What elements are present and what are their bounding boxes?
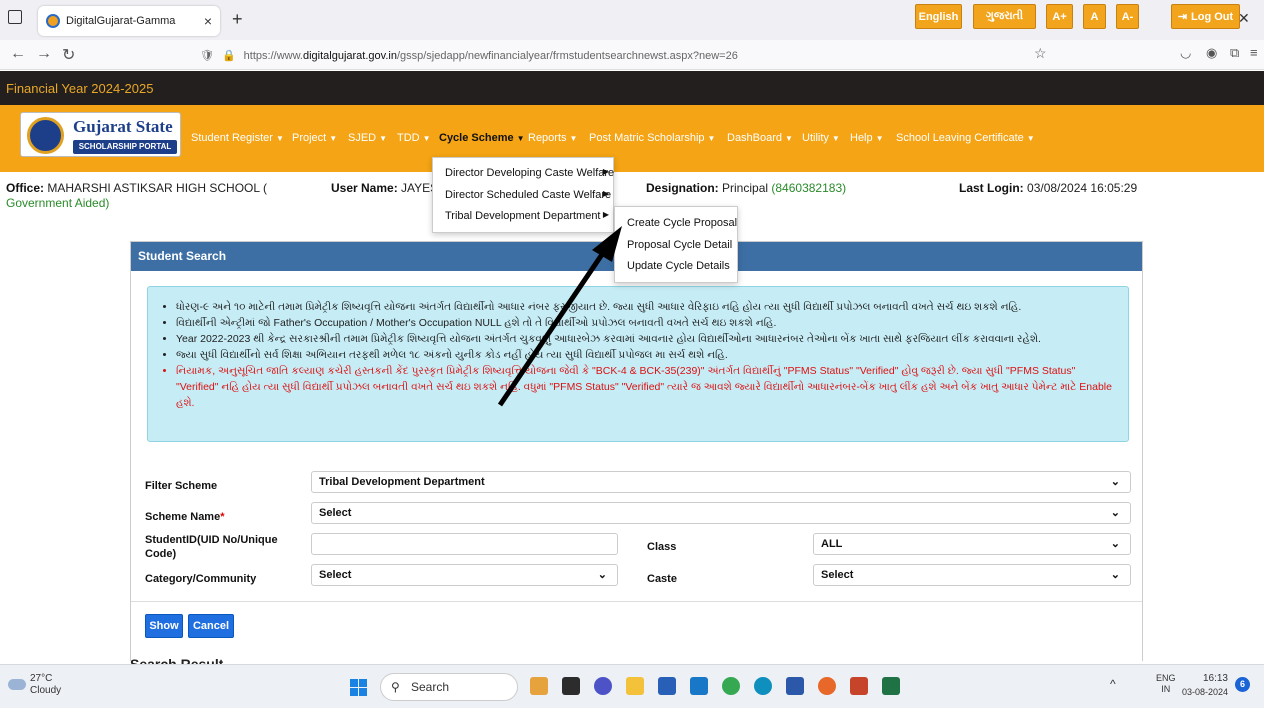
arrow-head xyxy=(592,226,622,262)
search-placeholder: Search xyxy=(411,680,450,694)
chat-icon[interactable] xyxy=(594,677,612,695)
language-indicator[interactable]: ENG IN xyxy=(1156,673,1176,695)
tray-expand-icon[interactable]: ^ xyxy=(1110,677,1116,691)
weather-desc: Cloudy xyxy=(30,685,62,696)
lang-top: ENG xyxy=(1156,673,1176,683)
word-icon[interactable] xyxy=(786,677,804,695)
windows-start-icon[interactable] xyxy=(350,679,367,696)
search-icon: ⚲ xyxy=(391,680,400,694)
firefox-icon[interactable] xyxy=(818,677,836,695)
file-explorer-icon[interactable] xyxy=(626,677,644,695)
task-view-icon[interactable] xyxy=(562,677,580,695)
edge-icon[interactable] xyxy=(754,677,772,695)
app-taskbar-icon[interactable] xyxy=(530,677,548,695)
weather-widget[interactable]: 27°C Cloudy xyxy=(30,673,61,697)
arrow-shaft xyxy=(497,248,608,407)
chrome-icon[interactable] xyxy=(722,677,740,695)
annotation-arrow xyxy=(497,226,622,407)
mail-icon[interactable] xyxy=(690,677,708,695)
clock-date: 03-08-2024 xyxy=(1182,687,1229,697)
lang-bottom: IN xyxy=(1161,684,1171,694)
taskbar-search[interactable]: ⚲ Search xyxy=(380,673,518,701)
clock-time: 16:13 xyxy=(1202,673,1228,684)
cloud-icon xyxy=(8,679,26,690)
powerpoint-icon[interactable] xyxy=(850,677,868,695)
weather-temp: 27°C xyxy=(30,673,53,684)
excel-icon[interactable] xyxy=(882,677,900,695)
clock[interactable]: 16:13 xyxy=(1200,673,1228,685)
store-icon[interactable] xyxy=(658,677,676,695)
notification-badge[interactable]: 6 xyxy=(1235,677,1250,692)
